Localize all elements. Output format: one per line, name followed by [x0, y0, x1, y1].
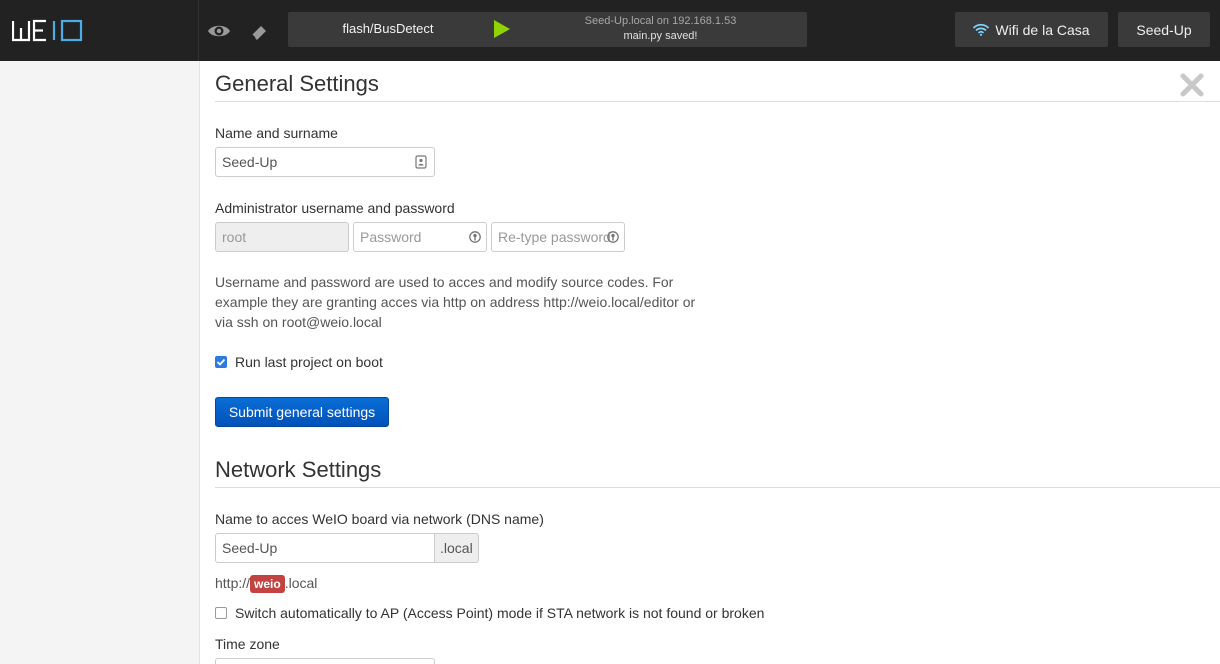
- ap-switch-label: Switch automatically to AP (Access Point…: [235, 605, 765, 621]
- dns-suffix-addon: .local: [435, 533, 479, 563]
- wifi-label: Wifi de la Casa: [995, 21, 1090, 38]
- wifi-button[interactable]: Wifi de la Casa: [955, 12, 1108, 47]
- weio-logo: [12, 19, 83, 42]
- key-icon: [469, 231, 481, 243]
- dns-name-field[interactable]: Seed-Up: [215, 533, 435, 563]
- ap-switch-row: Switch automatically to AP (Access Point…: [215, 605, 764, 621]
- dns-preview-badge: weio: [250, 575, 285, 593]
- project-panel: flash/BusDetect Seed-Up.local on 192.168…: [288, 12, 807, 47]
- password-field[interactable]: Password: [353, 222, 487, 252]
- eraser-icon[interactable]: [246, 18, 272, 44]
- dns-label: Name to acces WeIO board via network (DN…: [215, 511, 544, 527]
- ap-switch-checkbox[interactable]: [215, 607, 227, 619]
- play-icon[interactable]: [491, 18, 513, 40]
- contact-card-icon: [415, 155, 427, 169]
- sidebar: [0, 61, 200, 664]
- status-message: main.py saved!: [623, 30, 698, 42]
- project-name[interactable]: flash/BusDetect: [288, 12, 488, 47]
- logo-area: [0, 0, 199, 61]
- name-field[interactable]: Seed-Up: [215, 147, 435, 177]
- close-icon[interactable]: [1178, 71, 1206, 99]
- name-label: Name and surname: [215, 125, 338, 141]
- run-on-boot-row: Run last project on boot: [215, 354, 383, 370]
- timezone-select[interactable]: [215, 658, 435, 664]
- run-on-boot-label: Run last project on boot: [235, 354, 383, 370]
- divider: [215, 101, 1220, 102]
- admin-label: Administrator username and password: [215, 200, 455, 216]
- wifi-icon: [973, 23, 990, 36]
- general-settings-title: General Settings: [215, 71, 379, 96]
- run-on-boot-checkbox[interactable]: [215, 356, 227, 368]
- user-button[interactable]: Seed-Up: [1118, 12, 1210, 47]
- credentials-help-text: Username and password are used to acces …: [215, 274, 696, 330]
- network-settings-title: Network Settings: [215, 457, 382, 482]
- settings-panel: General Settings Name and surname Seed-U…: [200, 61, 1220, 664]
- username-field: root: [215, 222, 349, 252]
- top-bar: flash/BusDetect Seed-Up.local on 192.168…: [0, 0, 1220, 61]
- divider: [215, 487, 1220, 488]
- status-host: Seed-Up.local on 192.168.1.53: [584, 15, 737, 27]
- retype-password-field[interactable]: Re-type password: [491, 222, 625, 252]
- dns-preview-url: http://weio .local: [215, 575, 318, 593]
- key-icon: [607, 231, 619, 243]
- eye-icon[interactable]: [206, 18, 232, 44]
- timezone-label: Time zone: [215, 636, 280, 652]
- submit-general-settings-button[interactable]: Submit general settings: [215, 397, 389, 427]
